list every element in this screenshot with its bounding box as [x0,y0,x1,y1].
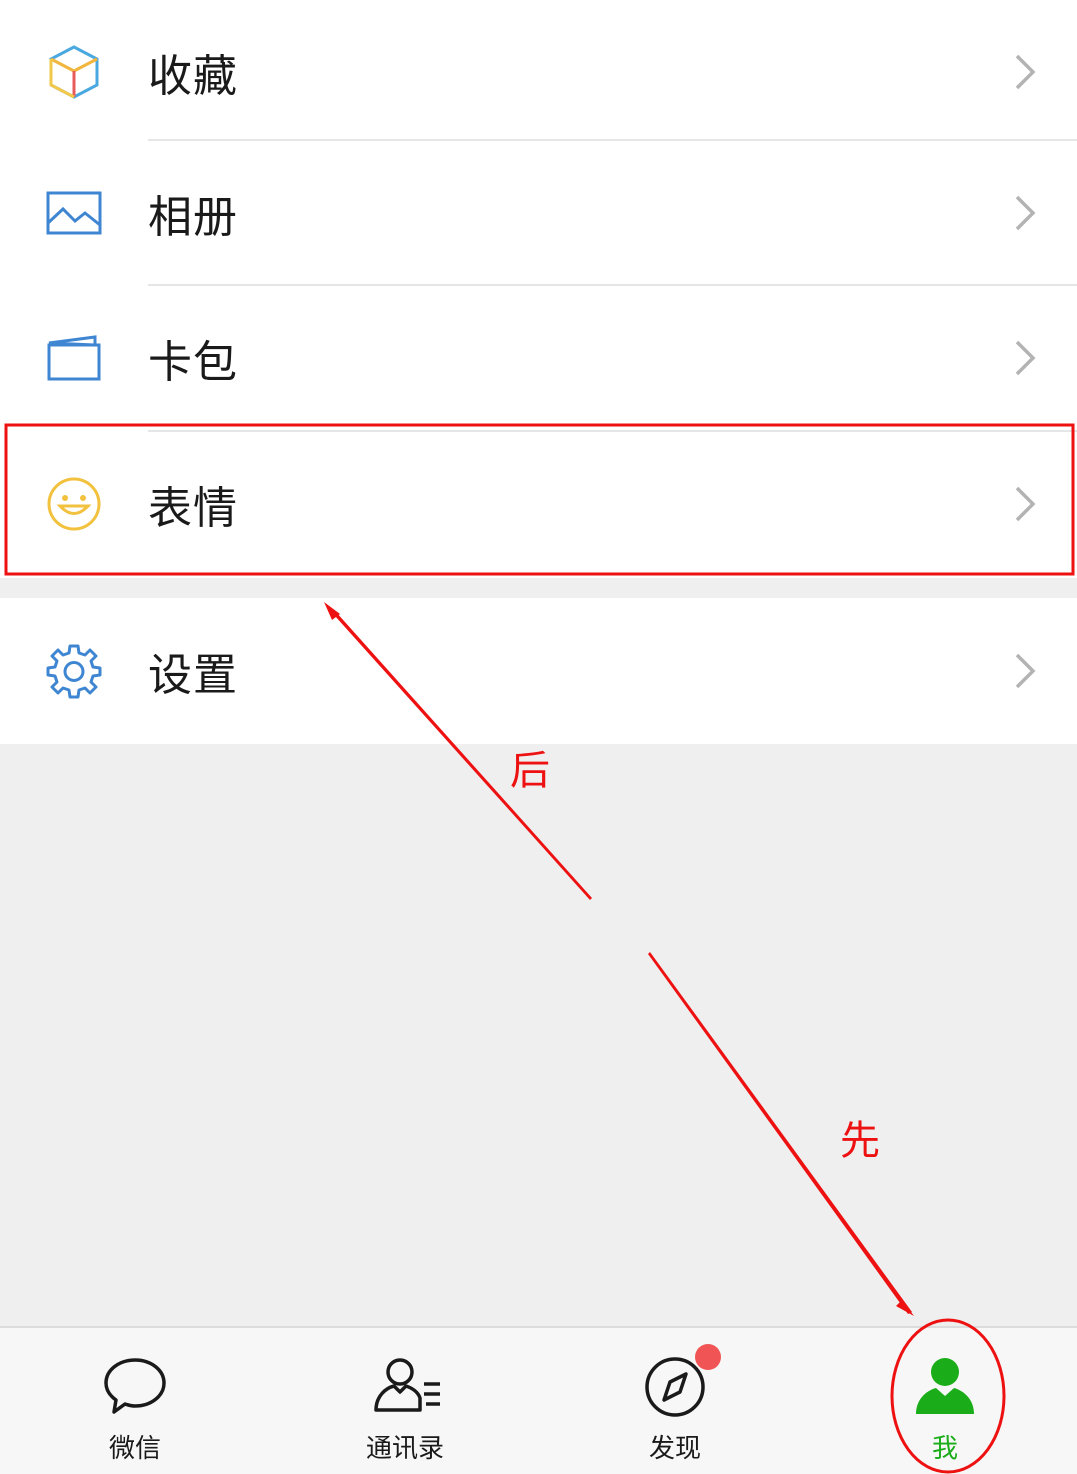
bottom-tab-bar: 微信 通讯录 发现 我 [0,1326,1077,1474]
menu-item-stickers[interactable]: 表情 [0,432,1077,576]
menu-item-label: 表情 [148,483,238,534]
menu-group-main: 收藏 相册 卡包 表情 [0,0,1077,578]
tab-label: 发现 [648,1434,701,1464]
chevron-right-icon [1013,193,1037,233]
menu-item-album[interactable]: 相册 [0,141,1077,285]
menu-item-label: 设置 [148,650,238,701]
menu-item-settings[interactable]: 设置 [0,599,1077,743]
menu-item-favorites[interactable]: 收藏 [0,0,1077,144]
chat-bubble-icon [102,1354,168,1420]
notification-dot [695,1344,721,1370]
tab-contacts[interactable]: 通讯录 [305,1328,505,1474]
album-picture-icon [44,183,104,243]
chevron-right-icon [1013,338,1037,378]
tab-label: 通讯录 [365,1434,444,1464]
menu-item-label: 收藏 [148,51,238,102]
tab-me[interactable]: 我 [845,1328,1045,1474]
menu-item-label: 卡包 [148,337,238,388]
tab-chats[interactable]: 微信 [35,1328,235,1474]
person-icon [912,1354,978,1420]
chevron-right-icon [1013,52,1037,92]
favorites-cube-icon [44,42,104,102]
menu-item-card-wallet[interactable]: 卡包 [0,286,1077,430]
contacts-icon [372,1354,440,1420]
tab-discover[interactable]: 发现 [575,1328,775,1474]
card-wallet-icon [44,328,104,388]
arrowhead [896,1300,914,1316]
annotation-first-label: 先 [840,1118,880,1164]
smiley-emoji-icon [44,474,104,534]
menu-item-label: 相册 [148,192,238,243]
chevron-right-icon [1013,484,1037,524]
gear-icon [44,641,104,701]
tab-label: 微信 [108,1434,161,1464]
chevron-right-icon [1013,651,1037,691]
tab-label: 我 [931,1434,958,1464]
annotation-second-label: 后 [510,748,550,794]
menu-group-settings: 设置 [0,598,1077,744]
